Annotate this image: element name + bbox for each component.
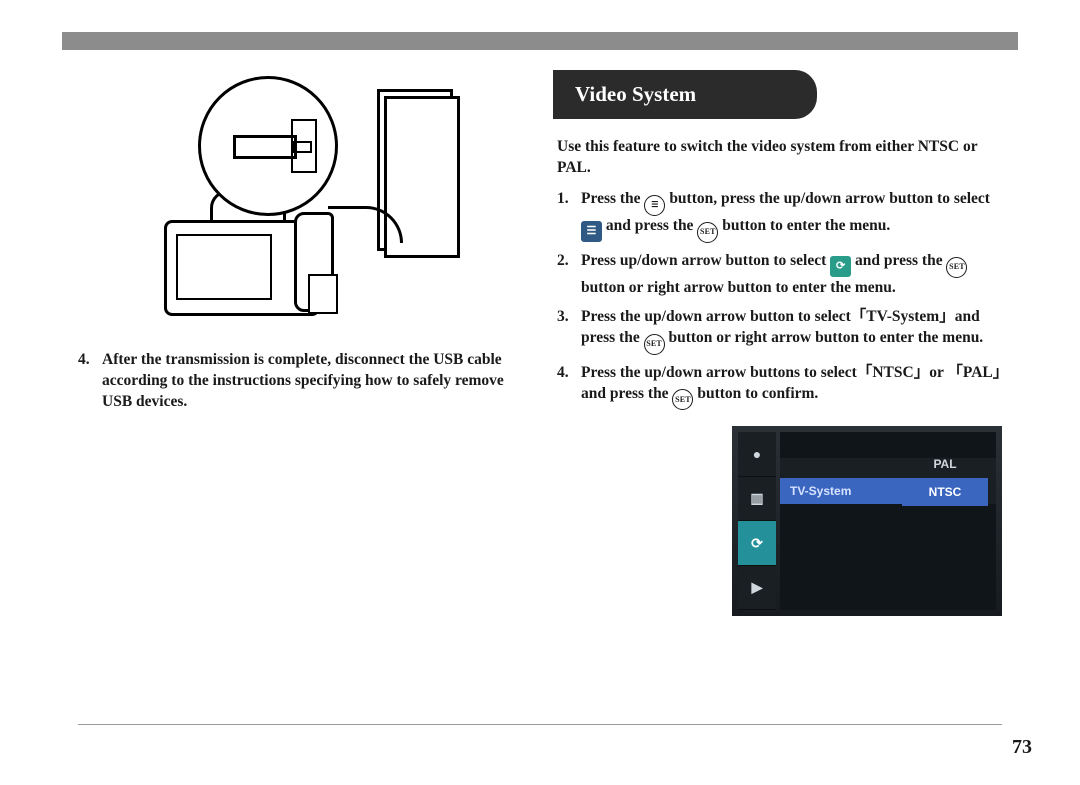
step-4: 4. Press the up/down arrow buttons to se…	[557, 363, 1002, 411]
step-1: 1. Press the ☰ button, press the up/down…	[557, 189, 1002, 243]
step-number: 3.	[557, 307, 581, 355]
header-bar	[62, 32, 1018, 50]
camera-menu-screenshot: ● ▥ ⟳ ▶ TV-System PAL NTSC	[732, 426, 1002, 616]
left-step-4: 4. After the transmission is complete, d…	[78, 350, 523, 413]
tab-connection-icon: ⟳	[738, 521, 776, 566]
left-column: 4. After the transmission is complete, d…	[78, 70, 523, 715]
menu-main-pane: TV-System PAL NTSC	[780, 432, 996, 610]
step-3: 3. Press the up/down arrow button to sel…	[557, 307, 1002, 355]
step-text: Press the ☰ button, press the up/down ar…	[581, 189, 1002, 243]
set-button-icon: SET	[672, 389, 693, 410]
wrench-menu-icon: ☰	[581, 221, 602, 242]
option-pal: PAL	[902, 450, 988, 478]
footer-rule	[78, 724, 1002, 725]
page-number: 73	[1012, 736, 1032, 759]
menu-options: PAL NTSC	[902, 450, 988, 506]
step-number: 4.	[557, 363, 581, 411]
tab-movie-icon: ▥	[738, 477, 776, 522]
menu-button-icon: ☰	[644, 195, 665, 216]
usb-port-icon	[291, 119, 317, 173]
step-number: 2.	[557, 251, 581, 299]
right-column: Video System Use this feature to switch …	[557, 70, 1002, 715]
step-text: Press the up/down arrow buttons to selec…	[581, 363, 1002, 411]
step-text: After the transmission is complete, disc…	[102, 350, 523, 413]
section-heading: Video System	[553, 70, 817, 119]
step-text: Press up/down arrow button to select ⟳ a…	[581, 251, 1002, 299]
menu-tabs: ● ▥ ⟳ ▶	[738, 432, 776, 610]
intro-text: Use this feature to switch the video sys…	[557, 137, 1002, 179]
step-number: 1.	[557, 189, 581, 243]
step-number: 4.	[78, 350, 102, 413]
set-button-icon: SET	[946, 257, 967, 278]
camera-to-pc-illustration	[146, 70, 456, 330]
menu-selected-row: TV-System	[780, 478, 908, 504]
page-content: 4. After the transmission is complete, d…	[78, 70, 1002, 715]
tab-camera-icon: ●	[738, 432, 776, 477]
tab-playback-icon: ▶	[738, 566, 776, 611]
step-text: Press the up/down arrow button to select…	[581, 307, 1002, 355]
set-button-icon: SET	[644, 334, 665, 355]
magnifier-detail-icon	[198, 76, 338, 216]
connection-menu-icon: ⟳	[830, 256, 851, 277]
option-ntsc-selected: NTSC	[902, 478, 988, 506]
step-2: 2. Press up/down arrow button to select …	[557, 251, 1002, 299]
usb-plug-icon	[233, 135, 297, 159]
set-button-icon: SET	[697, 222, 718, 243]
